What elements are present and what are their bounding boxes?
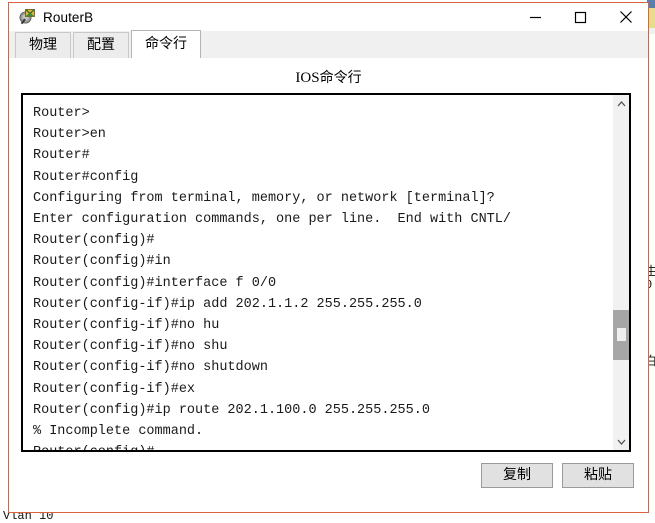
cli-terminal-output[interactable]: Router>Router>enRouter#Router#configConf… [23,95,612,450]
chevron-down-icon[interactable] [613,433,629,450]
window-body: IOS命令行 Router>Router>enRouter#Router#con… [9,59,648,512]
minimize-icon[interactable] [513,3,558,31]
terminal-line: Router(config)#in [33,251,612,272]
terminal-scrollbar[interactable] [612,95,629,450]
terminal-line: Router(config-if)#ex [33,379,612,400]
cli-terminal-panel: Router>Router>enRouter#Router#configConf… [21,93,631,452]
terminal-line: Router(config-if)#no shutdown [33,357,612,378]
terminal-line: Router#config [33,167,612,188]
terminal-line: Router> [33,103,612,124]
terminal-line: Router(config)# [33,230,612,251]
tab-cli[interactable]: 命令行 [131,30,201,58]
maximize-icon[interactable] [558,3,603,31]
tab-strip: 物理 配置 命令行 [9,31,648,59]
panel-heading-cjk: 命令行 [320,70,362,86]
terminal-line: Router(config-if)#no hu [33,315,612,336]
terminal-line: Router(config)# [33,442,612,450]
title-bar: RouterB [9,3,648,31]
terminal-line: Enter configuration commands, one per li… [33,209,612,230]
terminal-line-list: Router>Router>enRouter#Router#configConf… [33,103,612,450]
close-icon[interactable] [603,3,648,31]
terminal-line: Router(config-if)#no shu [33,336,612,357]
terminal-line: Router(config)#interface f 0/0 [33,273,612,294]
panel-heading: IOS命令行 [9,67,648,87]
router-device-window: RouterB 物理 配置 命令行 [8,2,649,513]
terminal-line: Configuring from terminal, memory, or ne… [33,188,612,209]
terminal-line: Router(config-if)#ip add 202.1.1.2 255.2… [33,294,612,315]
terminal-line: Router(config)#ip route 202.1.100.0 255.… [33,400,612,421]
router-device-icon [18,8,36,26]
terminal-action-buttons: 复制 粘贴 [481,463,634,488]
scrollbar-thumb[interactable] [613,310,629,360]
tab-physical[interactable]: 物理 [15,32,71,58]
terminal-line: Router>en [33,124,612,145]
chevron-up-icon[interactable] [613,95,629,112]
panel-heading-ascii: IOS [295,70,319,86]
terminal-line: % Incomplete command. [33,421,612,442]
terminal-line: Router# [33,145,612,166]
copy-button[interactable]: 复制 [481,463,553,488]
tab-config[interactable]: 配置 [73,32,129,58]
window-controls [513,3,648,31]
window-title: RouterB [43,10,93,25]
paste-button[interactable]: 粘贴 [562,463,634,488]
